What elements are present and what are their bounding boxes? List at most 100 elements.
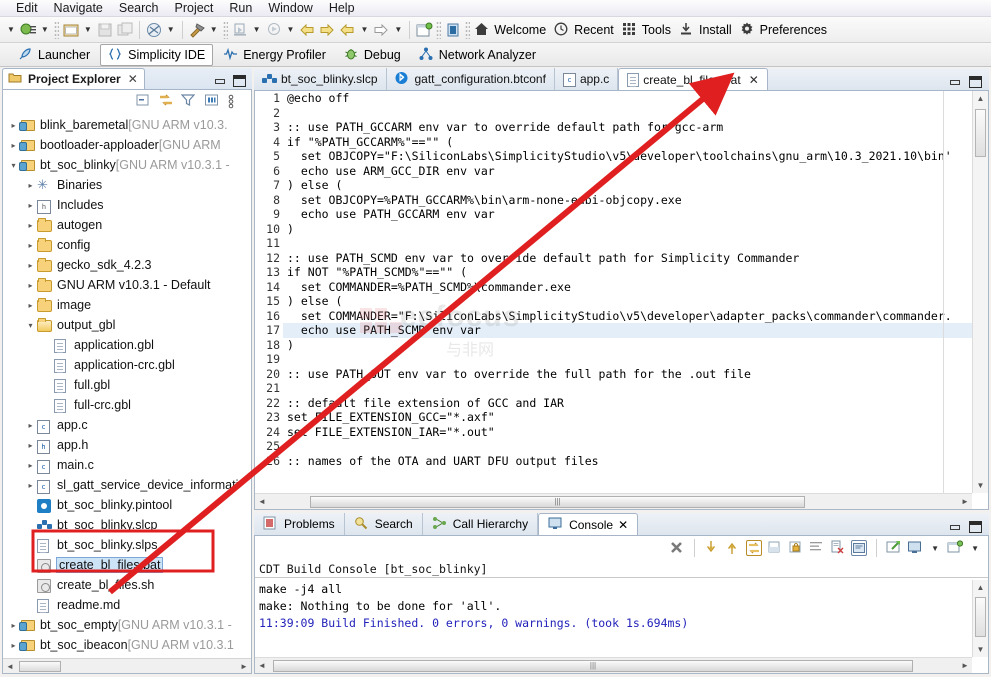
new-console-view-icon[interactable] — [947, 540, 964, 556]
twisty-icon[interactable]: ▸ — [24, 481, 37, 490]
save-all-icon[interactable] — [115, 19, 135, 41]
tree-item-gecko-sdk-4-2-3[interactable]: ▸ gecko_sdk_4.2.3 — [3, 255, 251, 275]
code-line[interactable]: 2 — [255, 105, 972, 120]
close-icon[interactable]: ✕ — [128, 72, 138, 86]
tree-item-app-h[interactable]: ▸ h app.h — [3, 435, 251, 455]
code-line[interactable]: 4 if "%PATH_GCCARM%"=="" ( — [255, 134, 972, 149]
menu-window[interactable]: Window — [260, 0, 320, 16]
scroll-down-arrow-icon[interactable]: ▼ — [973, 478, 988, 493]
terminate-icon[interactable] — [669, 540, 685, 556]
toolbar-overflow-arrow[interactable]: ▼ — [4, 25, 18, 34]
collapse-all-icon[interactable] — [135, 93, 151, 109]
code-line[interactable]: 11 — [255, 236, 972, 251]
menu-help[interactable]: Help — [321, 0, 363, 16]
code-line[interactable]: 10) — [255, 221, 972, 236]
perspective-network-analyzer[interactable]: Network Analyzer — [411, 44, 544, 66]
simplicity-icon[interactable] — [443, 19, 463, 41]
menu-navigate[interactable]: Navigate — [46, 0, 111, 16]
menu-search[interactable]: Search — [111, 0, 167, 16]
back-dropdown-arrow[interactable]: ▼ — [357, 25, 371, 34]
perspective-debug[interactable]: Debug — [336, 44, 409, 66]
run-dropdown-arrow[interactable]: ▼ — [284, 25, 298, 34]
tree-item-binaries[interactable]: ▸ Binaries — [3, 175, 251, 195]
recent-button[interactable]: Recent — [552, 22, 620, 38]
new-dropdown-arrow[interactable]: ▼ — [38, 25, 52, 34]
tree-item-application-gbl[interactable]: application.gbl — [3, 335, 251, 355]
toolbar-grip-1[interactable] — [53, 20, 59, 39]
twisty-icon[interactable]: ▸ — [24, 201, 37, 210]
editor-maximize-icon[interactable] — [969, 76, 982, 88]
arrow-back-yellow-icon[interactable] — [337, 19, 357, 41]
console-scroll-left-icon[interactable]: ◄ — [255, 661, 269, 670]
menu-run[interactable]: Run — [221, 0, 260, 16]
code-line[interactable]: 20:: use PATH_OUT env var to override th… — [255, 366, 972, 381]
code-line[interactable]: 21 — [255, 381, 972, 396]
editor-minimize-icon[interactable] — [948, 76, 962, 88]
console-hscrollbar[interactable]: ◄ ||| ► — [255, 657, 972, 673]
maximize-icon[interactable] — [233, 75, 246, 87]
tools-button[interactable]: Tools — [620, 22, 677, 38]
editor-tab-gatt-configuration-btconf[interactable]: gatt_configuration.btconf — [387, 68, 555, 90]
console-tab-search[interactable]: Search — [345, 513, 423, 535]
scroll-up-icon[interactable] — [725, 540, 741, 556]
tree-item-application-crc-gbl[interactable]: application-crc.gbl — [3, 355, 251, 375]
tree-item-includes[interactable]: ▸ h Includes — [3, 195, 251, 215]
code-line[interactable]: 8 set OBJCOPY=%PATH_GCCARM%\bin\arm-none… — [255, 192, 972, 207]
editor-vscroll-thumb[interactable] — [975, 109, 986, 157]
arrow-left-icon[interactable] — [297, 19, 317, 41]
console-output[interactable]: CDT Build Console [bt_soc_blinky] make -… — [254, 560, 989, 674]
code-editor[interactable]: 1 @echo off 2 3:: use PATH_GCCARM env var t… — [254, 91, 989, 510]
display-selected-console-icon[interactable] — [886, 540, 902, 556]
arrow-next-icon[interactable] — [371, 19, 391, 41]
twisty-icon[interactable]: ▸ — [24, 421, 37, 430]
tree-item-main-c[interactable]: ▸ c main.c — [3, 455, 251, 475]
console-scroll-down-icon[interactable]: ▼ — [973, 642, 988, 657]
tree-item-blink-baremetal[interactable]: ▸ blink_baremetal [GNU ARM v10.3. — [3, 115, 251, 135]
code-line[interactable]: 13 if NOT "%PATH_SCMD%"=="" ( — [255, 265, 972, 280]
code-line[interactable]: 5 set OBJCOPY="F:\SiliconLabs\Simplicity… — [255, 149, 972, 164]
editor-hscrollbar[interactable]: ◄ ||| ► — [255, 493, 972, 509]
tree-item-output-gbl[interactable]: ▾ output_gbl — [3, 315, 251, 335]
build-icon[interactable] — [144, 19, 164, 41]
scroll-right-icon[interactable]: ► — [237, 662, 251, 671]
filter-icon[interactable] — [180, 93, 197, 109]
twisty-icon[interactable]: ▸ — [24, 461, 37, 470]
debug-icon[interactable] — [230, 19, 250, 41]
save-icon[interactable] — [95, 19, 115, 41]
perspective-energy-profiler[interactable]: Energy Profiler — [215, 44, 334, 66]
twisty-icon[interactable]: ▸ — [24, 301, 37, 310]
run-icon[interactable] — [264, 19, 284, 41]
console-hscroll-thumb[interactable]: ||| — [273, 660, 913, 672]
code-line[interactable]: 6 echo use ARM_GCC_DIR env var — [255, 163, 972, 178]
menu-edit[interactable]: Edit — [8, 0, 46, 16]
code-line[interactable]: 17 echo use PATH_SCMD env var — [255, 323, 972, 338]
tree-item-bt-soc-blinky-pintool[interactable]: bt_soc_blinky.pintool — [3, 495, 251, 515]
close-icon[interactable]: ✕ — [749, 73, 759, 87]
minimize-icon[interactable] — [213, 75, 227, 87]
word-wrap-icon[interactable] — [809, 540, 825, 556]
welcome-button[interactable]: Welcome — [472, 22, 552, 38]
console-tab-problems[interactable]: Problems — [254, 513, 345, 535]
code-line[interactable]: 9 echo use PATH_GCCARM env var — [255, 207, 972, 222]
console-maximize-icon[interactable] — [969, 521, 982, 533]
scroll-lock-icon[interactable] — [746, 540, 763, 556]
clear-console-icon[interactable] — [767, 540, 783, 556]
tree-item-readme-md[interactable]: readme.md — [3, 595, 251, 615]
tree-item-app-c[interactable]: ▸ c app.c — [3, 415, 251, 435]
tree-item-bootloader-apploader[interactable]: ▸ bootloader-apploader [GNU ARM — [3, 135, 251, 155]
open-console-icon[interactable] — [907, 540, 923, 556]
view-menu-icon[interactable] — [204, 93, 220, 109]
hscroll-track[interactable] — [17, 660, 237, 673]
lock-console-icon[interactable] — [788, 540, 804, 556]
code-line[interactable]: 1 @echo off — [255, 91, 972, 106]
console-tab-console[interactable]: Console ✕ — [538, 513, 639, 535]
console-minimize-icon[interactable] — [948, 521, 962, 533]
code-line[interactable]: 16 set COMMANDER="F:\SiliconLabs\Simplic… — [255, 308, 972, 323]
new-icon[interactable] — [18, 19, 38, 41]
new-console-dropdown-icon[interactable]: ▼ — [968, 544, 982, 553]
code-line[interactable]: 15) else ( — [255, 294, 972, 309]
code-line[interactable]: 18) — [255, 337, 972, 352]
twisty-icon[interactable]: ▸ — [24, 281, 37, 290]
hammer-icon[interactable] — [187, 19, 207, 41]
scroll-left-icon[interactable]: ◄ — [3, 662, 17, 671]
